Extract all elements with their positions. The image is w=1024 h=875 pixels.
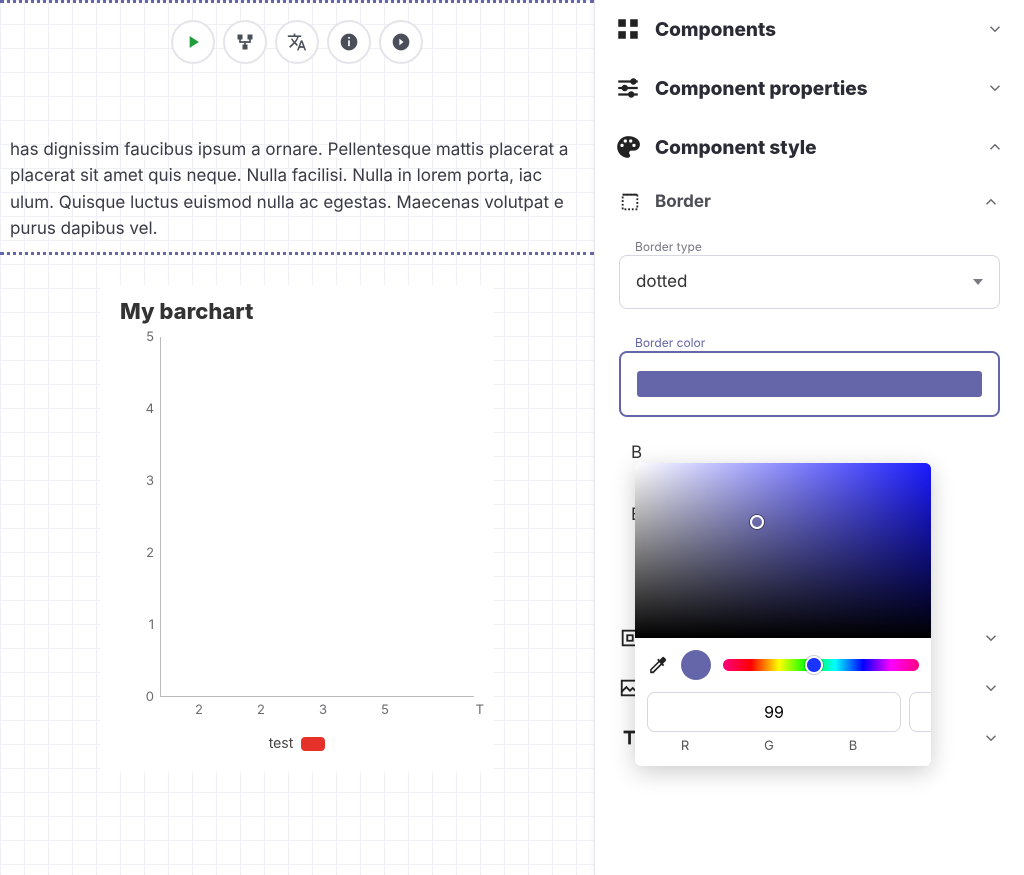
forward-button[interactable] (379, 20, 423, 64)
rgb-g-label: G (731, 738, 807, 754)
sliders-icon (615, 75, 641, 101)
accordion-title: Component properties (655, 77, 972, 100)
ytick: 3 (146, 473, 154, 489)
ytick: 4 (146, 401, 154, 417)
chart-legend: test (120, 735, 474, 752)
ytick: 0 (146, 689, 154, 705)
accordion-style[interactable]: Component style (595, 118, 1024, 177)
border-color-select[interactable] (619, 351, 1000, 417)
tree-button[interactable] (223, 20, 267, 64)
border-panel: Border type dotted Border color B B (595, 227, 1024, 569)
color-picker-popover: ▲▼ R G B (635, 463, 931, 766)
sv-cursor[interactable] (750, 515, 764, 529)
ytick: 1 (149, 617, 154, 633)
select-value: dotted (636, 272, 687, 292)
accordion-title: Components (655, 18, 972, 41)
chevron-down-icon (982, 729, 1000, 747)
accordion-title: Component style (655, 136, 972, 159)
xtick: 3 (319, 702, 327, 718)
rgb-r-input[interactable] (647, 692, 901, 732)
subaccordion-border[interactable]: Border (595, 177, 1024, 227)
chevron-up-icon (986, 138, 1004, 156)
xtick: 2 (195, 702, 203, 718)
ytick: 2 (146, 545, 154, 561)
chevron-down-icon (986, 79, 1004, 97)
chart-plot: 5 4 3 2 1 0 2 2 (120, 337, 474, 697)
bars-area: 2 2 3 5 (160, 337, 474, 697)
xtick: 2 (257, 702, 265, 718)
xtick: T (476, 702, 484, 718)
palette-icon (615, 134, 641, 160)
info-button[interactable] (327, 20, 371, 64)
canvas-toolbar (171, 20, 423, 64)
chart-title: My barchart (120, 299, 474, 325)
accordion-properties[interactable]: Component properties (595, 59, 1024, 118)
chevron-up-icon (982, 193, 1000, 211)
hue-slider[interactable] (723, 659, 919, 671)
ytick: 5 (146, 329, 154, 345)
border-color-field: Border color (619, 331, 1000, 417)
border-type-select[interactable]: dotted (619, 255, 1000, 309)
canvas[interactable]: has dignissim faucibus ipsum a ornare. P… (0, 0, 594, 875)
hue-cursor[interactable] (805, 656, 823, 674)
side-panel: Components Component properties Componen… (594, 0, 1024, 875)
legend-swatch (301, 737, 325, 751)
border-type-field: Border type dotted (619, 235, 1000, 309)
field-label: Border color (631, 335, 709, 350)
dropdown-caret-icon (973, 279, 983, 285)
accordion-components[interactable]: Components (595, 0, 1024, 59)
xtick: 5 (381, 702, 389, 718)
chevron-down-icon (982, 679, 1000, 697)
chevron-down-icon (986, 20, 1004, 38)
chevron-down-icon (982, 629, 1000, 647)
hidden-option-prefix: B (631, 443, 642, 463)
subaccordion-title: Border (655, 192, 968, 212)
border-icon (619, 191, 641, 213)
grid-icon (615, 16, 641, 42)
legend-label: test (269, 735, 294, 752)
color-preview (681, 650, 711, 680)
eyedropper-icon[interactable] (647, 654, 669, 676)
field-label: Border type (631, 239, 706, 254)
barchart-component[interactable]: My barchart 5 4 3 2 1 0 2 (100, 285, 494, 772)
play-button[interactable] (171, 20, 215, 64)
rgb-b-label: B (815, 738, 891, 754)
y-axis: 5 4 3 2 1 0 (120, 337, 160, 697)
saturation-value-area[interactable] (635, 463, 931, 638)
translate-button[interactable] (275, 20, 319, 64)
color-swatch (637, 371, 982, 397)
rgb-g-input[interactable] (909, 692, 931, 732)
rgb-r-label: R (647, 738, 723, 754)
